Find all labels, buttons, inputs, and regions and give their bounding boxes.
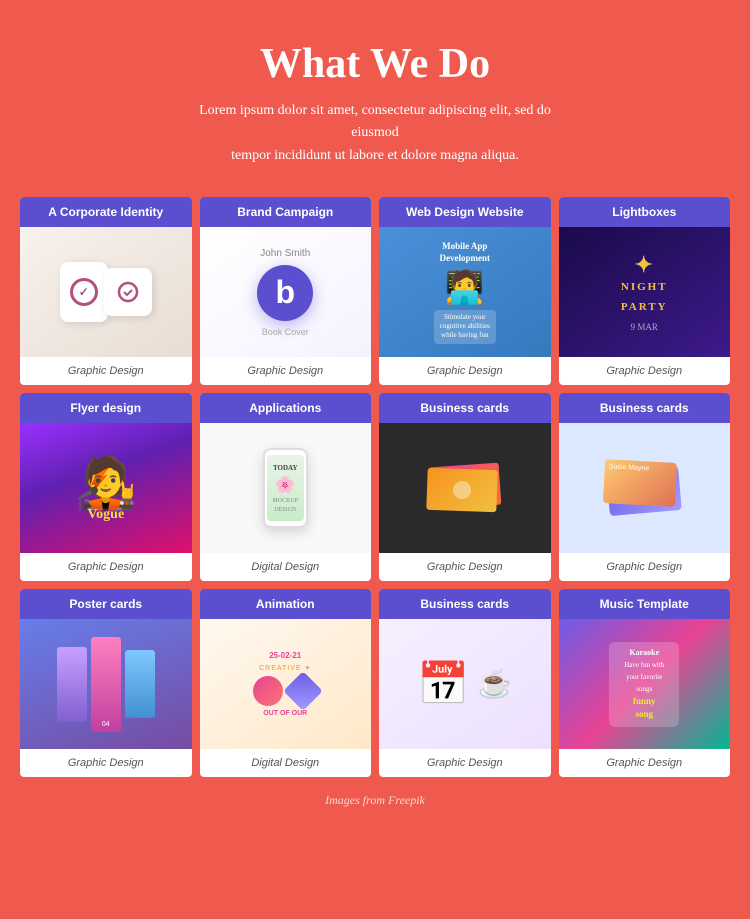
card-label-poster: Graphic Design — [20, 749, 192, 777]
card-bizcard1[interactable]: Business cards JOHN DOE Gra — [379, 393, 551, 581]
card-label-music: Graphic Design — [559, 749, 731, 777]
card-image-animation: 25-02-21 CREATIVE ✦ OUT OF OUR — [200, 619, 372, 749]
card-image-bizcard1: JOHN DOE — [379, 423, 551, 553]
card-lightbox[interactable]: Lightboxes ✦ NIGHTPARTY 9 MAR Graphic De… — [559, 197, 731, 385]
card-label-animation: Digital Design — [200, 749, 372, 777]
card-poster[interactable]: Poster cards 04 Graphic Design — [20, 589, 192, 777]
card-header-bizcard1: Business cards — [379, 393, 551, 423]
card-label-bizcard3: Graphic Design — [379, 749, 551, 777]
card-header-flyer: Flyer design — [20, 393, 192, 423]
card-webdesign[interactable]: Web Design Website Mobile AppDevelopment… — [379, 197, 551, 385]
card-bizcard3[interactable]: Business cards 📅 ☕ Graphic Design — [379, 589, 551, 777]
card-header-bizcard2: Business cards — [559, 393, 731, 423]
card-header-lightbox: Lightboxes — [559, 197, 731, 227]
card-label-bizcard2: Graphic Design — [559, 553, 731, 581]
card-label-apps: Digital Design — [200, 553, 372, 581]
card-header-webdesign: Web Design Website — [379, 197, 551, 227]
card-image-corporate — [20, 227, 192, 357]
card-image-webdesign: Mobile AppDevelopment 🧑‍💻 Stimulate your… — [379, 227, 551, 357]
footer-note: Images from Freepik — [20, 793, 730, 808]
card-image-apps: TODAY 🌸 MOCKUP DESIGN — [200, 423, 372, 553]
cards-grid: A Corporate Identity Graphic Design — [20, 197, 730, 777]
page-wrapper: What We Do Lorem ipsum dolor sit amet, c… — [0, 0, 750, 838]
page-header: What We Do Lorem ipsum dolor sit amet, c… — [20, 40, 730, 167]
card-image-bizcard3: 📅 ☕ — [379, 619, 551, 749]
card-image-bizcard2: Susie Mayne Susie Mayne — [559, 423, 731, 553]
card-brand[interactable]: Brand Campaign John Smith b Book Cover G… — [200, 197, 372, 385]
card-flyer[interactable]: Flyer design 🧑‍🎤 Vogue Graphic Design — [20, 393, 192, 581]
card-header-poster: Poster cards — [20, 589, 192, 619]
card-header-apps: Applications — [200, 393, 372, 423]
card-animation[interactable]: Animation 25-02-21 CREATIVE ✦ OUT OF OUR… — [200, 589, 372, 777]
card-image-poster: 04 — [20, 619, 192, 749]
card-corporate[interactable]: A Corporate Identity Graphic Design — [20, 197, 192, 385]
card-label-webdesign: Graphic Design — [379, 357, 551, 385]
card-label-flyer: Graphic Design — [20, 553, 192, 581]
card-header-music: Music Template — [559, 589, 731, 619]
page-subtitle: Lorem ipsum dolor sit amet, consectetur … — [185, 100, 565, 167]
card-header-corporate: A Corporate Identity — [20, 197, 192, 227]
card-label-bizcard1: Graphic Design — [379, 553, 551, 581]
card-label-lightbox: Graphic Design — [559, 357, 731, 385]
card-header-brand: Brand Campaign — [200, 197, 372, 227]
card-header-animation: Animation — [200, 589, 372, 619]
card-apps[interactable]: Applications TODAY 🌸 MOCKUP DESIGN — [200, 393, 372, 581]
card-label-brand: Graphic Design — [200, 357, 372, 385]
page-title: What We Do — [20, 40, 730, 88]
card-image-brand: John Smith b Book Cover — [200, 227, 372, 357]
card-music[interactable]: Music Template Karaoke Have fun withyour… — [559, 589, 731, 777]
card-image-lightbox: ✦ NIGHTPARTY 9 MAR — [559, 227, 731, 357]
card-header-bizcard3: Business cards — [379, 589, 551, 619]
card-label-corporate: Graphic Design — [20, 357, 192, 385]
card-image-flyer: 🧑‍🎤 Vogue — [20, 423, 192, 553]
card-image-music: Karaoke Have fun withyour favoritesongs … — [559, 619, 731, 749]
card-bizcard2[interactable]: Business cards Susie Mayne Susie Mayne G… — [559, 393, 731, 581]
